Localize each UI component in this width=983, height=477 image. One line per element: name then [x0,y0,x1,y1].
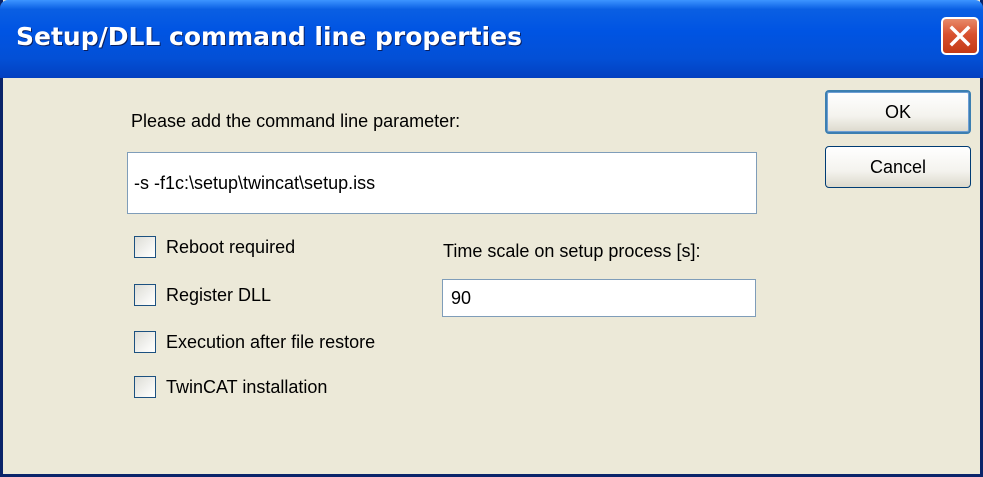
title-bar[interactable]: Setup/DLL command line properties [0,0,983,78]
checkbox-box[interactable] [134,331,156,353]
ok-button[interactable]: OK [825,90,971,134]
checkbox-label: Execution after file restore [166,332,376,352]
checkbox-box[interactable] [134,376,156,398]
time-scale-input[interactable] [442,279,756,317]
time-scale-label: Time scale on setup process [s]: [443,241,701,261]
window-title: Setup/DLL command line properties [16,22,522,51]
dialog-window: Setup/DLL command line properties Please… [0,0,983,477]
checkbox-box[interactable] [134,236,156,258]
checkbox-label: TwinCAT installation [166,377,328,397]
checkbox-label: Register DLL [166,285,272,305]
cancel-button[interactable]: Cancel [825,146,971,188]
checkbox-box[interactable] [134,284,156,306]
checkbox-label: Reboot required [166,237,296,257]
close-icon [949,25,971,47]
param-input[interactable] [127,152,757,214]
param-label: Please add the command line parameter: [131,111,461,131]
close-button[interactable] [941,17,979,55]
